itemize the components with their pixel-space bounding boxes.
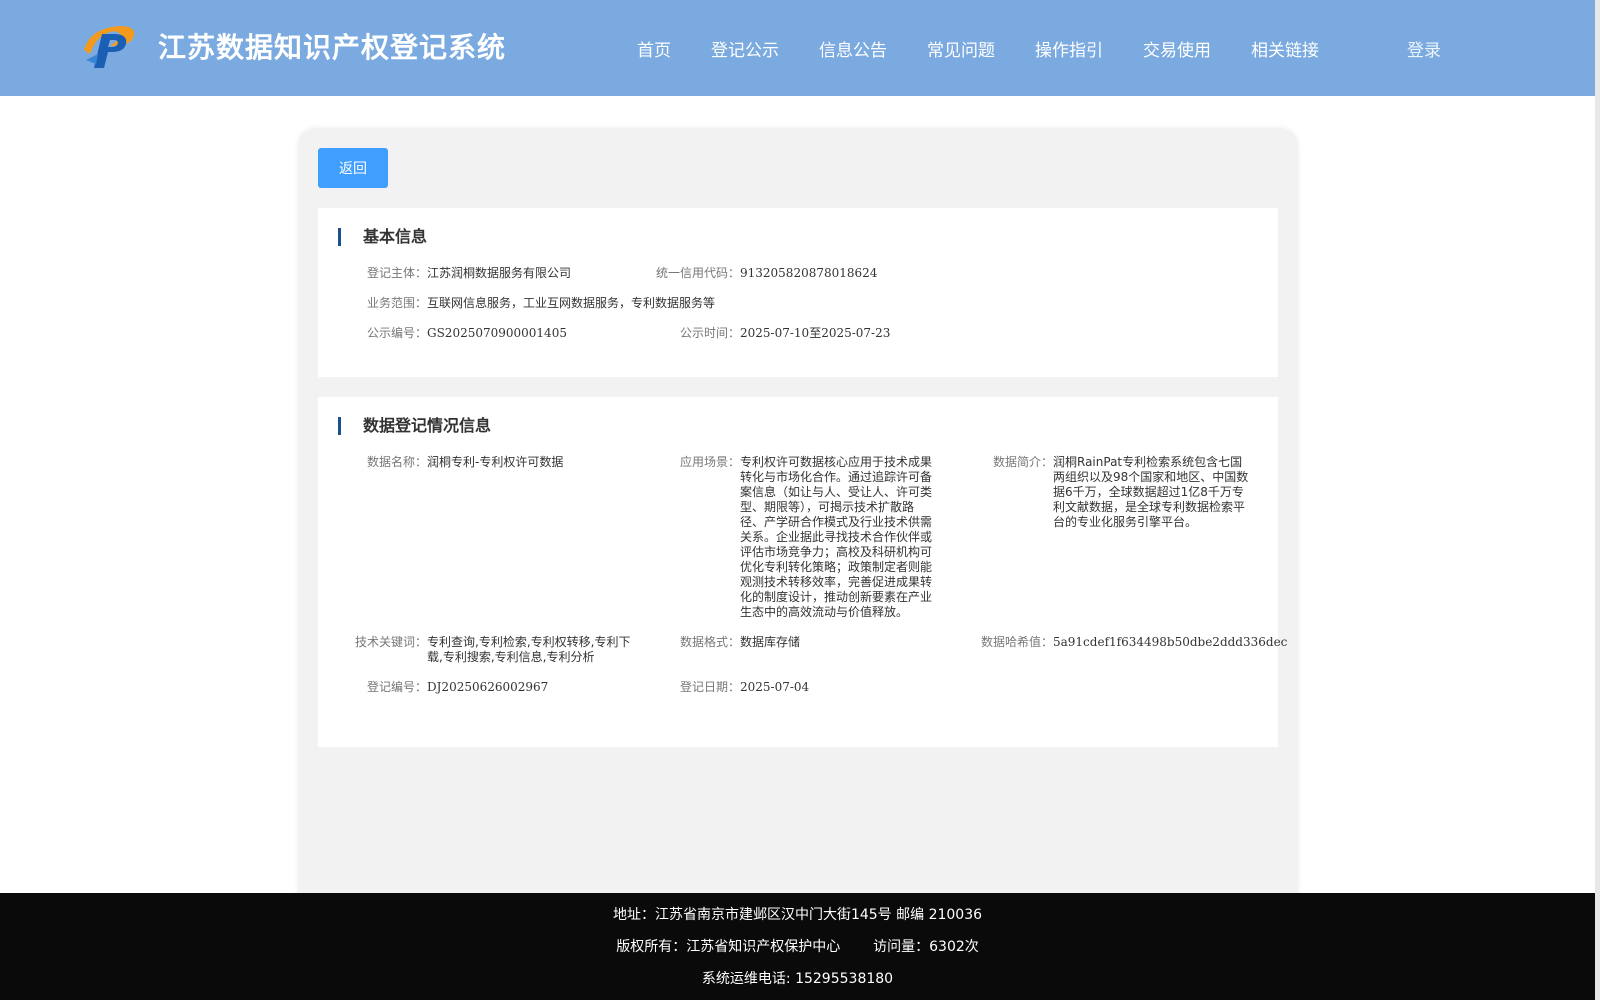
- field-keywords-value: 专利查询,专利检索,专利权转移,专利下载,专利搜索,专利信息,专利分析: [427, 635, 631, 664]
- field-subject-label: 登记主体：: [366, 266, 427, 280]
- field-keywords-label: 技术关键词：: [354, 635, 427, 649]
- field-registration-no-label: 登记编号：: [366, 680, 427, 694]
- field-credit-code-value: 913205820878018624: [740, 266, 878, 280]
- nav-announcements[interactable]: 信息公告: [819, 36, 887, 61]
- field-publication-time: 公示时间： 2025-07-10至2025-07-23: [680, 326, 940, 341]
- basic-info-card: 基本信息 登记主体： 江苏润桐数据服务有限公司 统一信用代码： 91320582…: [318, 208, 1278, 377]
- field-format-value: 数据库存储: [740, 635, 801, 649]
- field-scene-label: 应用场景：: [679, 455, 740, 469]
- basic-info-title: 基本信息: [338, 228, 427, 246]
- field-registration-date-label: 登记日期：: [679, 680, 740, 694]
- field-credit-code-label: 统一信用代码：: [655, 266, 740, 280]
- back-button[interactable]: 返回: [318, 148, 388, 188]
- main-nav: 首页 登记公示 信息公告 常见问题 操作指引 交易使用 相关链接: [0, 0, 1595, 96]
- site-footer: 地址：江苏省南京市建邺区汉中门大街145号 邮编 210036 版权所有：江苏省…: [0, 893, 1595, 1000]
- nav-home[interactable]: 首页: [637, 36, 671, 61]
- site-header: 江苏数据知识产权登记系统 首页 登记公示 信息公告 常见问题 操作指引 交易使用…: [0, 0, 1595, 96]
- field-registration-date: 登记日期： 2025-07-04: [680, 680, 932, 695]
- field-publication-time-value: 2025-07-10至2025-07-23: [740, 326, 891, 340]
- field-registration-date-value: 2025-07-04: [740, 680, 810, 694]
- field-scene-value: 专利权许可数据核心应用于技术成果转化与市场化合作。通过追踪许可备案信息（如让与人…: [740, 455, 933, 619]
- nav-guide[interactable]: 操作指引: [1035, 36, 1103, 61]
- field-publication-no: 公示编号： GS2025070900001405: [367, 326, 627, 341]
- field-registration-no: 登记编号： DJ20250626002967: [367, 680, 627, 695]
- field-hash: 数据哈希值： 5a91cdef1f634498b50dbe2ddd336dec: [981, 635, 1288, 650]
- detail-panel: 返回 基本信息 登记主体： 江苏润桐数据服务有限公司 统一信用代码： 91320…: [298, 128, 1298, 908]
- data-info-card: 数据登记情况信息 数据名称： 润桐专利-专利权许可数据 应用场景： 专利权许可数…: [318, 397, 1288, 747]
- field-scene: 应用场景： 专利权许可数据核心应用于技术成果转化与市场化合作。通过追踪许可备案信…: [680, 455, 933, 620]
- field-data-name: 数据名称： 润桐专利-专利权许可数据: [367, 455, 627, 470]
- nav-faq[interactable]: 常见问题: [927, 36, 995, 61]
- field-hash-value: 5a91cdef1f634498b50dbe2ddd336dec: [1053, 635, 1288, 649]
- field-intro-label: 数据简介：: [992, 455, 1053, 469]
- field-hash-label: 数据哈希值：: [980, 635, 1053, 649]
- field-data-name-label: 数据名称：: [366, 455, 427, 469]
- nav-registration-notice[interactable]: 登记公示: [711, 36, 779, 61]
- field-subject: 登记主体： 江苏润桐数据服务有限公司: [367, 266, 627, 281]
- field-intro-value: 润桐RainPat专利检索系统包含七国两组织以及98个国家和地区、中国数据6千万…: [1053, 455, 1249, 529]
- field-scope-value: 互联网信息服务，工业互网数据服务，专利数据服务等: [427, 296, 716, 310]
- footer-copyright: 版权所有：江苏省知识产权保护中心: [616, 939, 841, 955]
- login-link[interactable]: 登录: [1407, 36, 1441, 61]
- field-publication-time-label: 公示时间：: [679, 326, 740, 340]
- nav-links[interactable]: 相关链接: [1251, 36, 1319, 61]
- field-credit-code: 统一信用代码： 913205820878018624: [656, 266, 940, 281]
- footer-copyright-row: 版权所有：江苏省知识产权保护中心 访问量：6302次: [0, 936, 1595, 956]
- page-scrollbar[interactable]: [1595, 0, 1600, 1000]
- field-scope-label: 业务范围：: [366, 296, 427, 310]
- data-info-title: 数据登记情况信息: [338, 417, 491, 435]
- footer-visits: 访问量：6302次: [873, 939, 979, 955]
- field-keywords: 技术关键词： 专利查询,专利检索,专利权转移,专利下载,专利搜索,专利信息,专利…: [355, 635, 632, 665]
- field-registration-no-value: DJ20250626002967: [427, 680, 549, 694]
- field-format-label: 数据格式：: [679, 635, 740, 649]
- nav-trading[interactable]: 交易使用: [1143, 36, 1211, 61]
- field-scope: 业务范围： 互联网信息服务，工业互网数据服务，专利数据服务等: [367, 296, 927, 311]
- field-publication-no-value: GS2025070900001405: [427, 326, 567, 340]
- field-publication-no-label: 公示编号：: [366, 326, 427, 340]
- footer-hotline: 系统运维电话: 15295538180: [701, 971, 894, 987]
- field-format: 数据格式： 数据库存储: [680, 635, 932, 650]
- field-data-name-value: 润桐专利-专利权许可数据: [427, 455, 564, 469]
- field-intro: 数据简介： 润桐RainPat专利检索系统包含七国两组织以及98个国家和地区、中…: [993, 455, 1253, 530]
- field-subject-value: 江苏润桐数据服务有限公司: [427, 266, 572, 280]
- footer-address: 地址：江苏省南京市建邺区汉中门大街145号 邮编 210036: [612, 907, 983, 923]
